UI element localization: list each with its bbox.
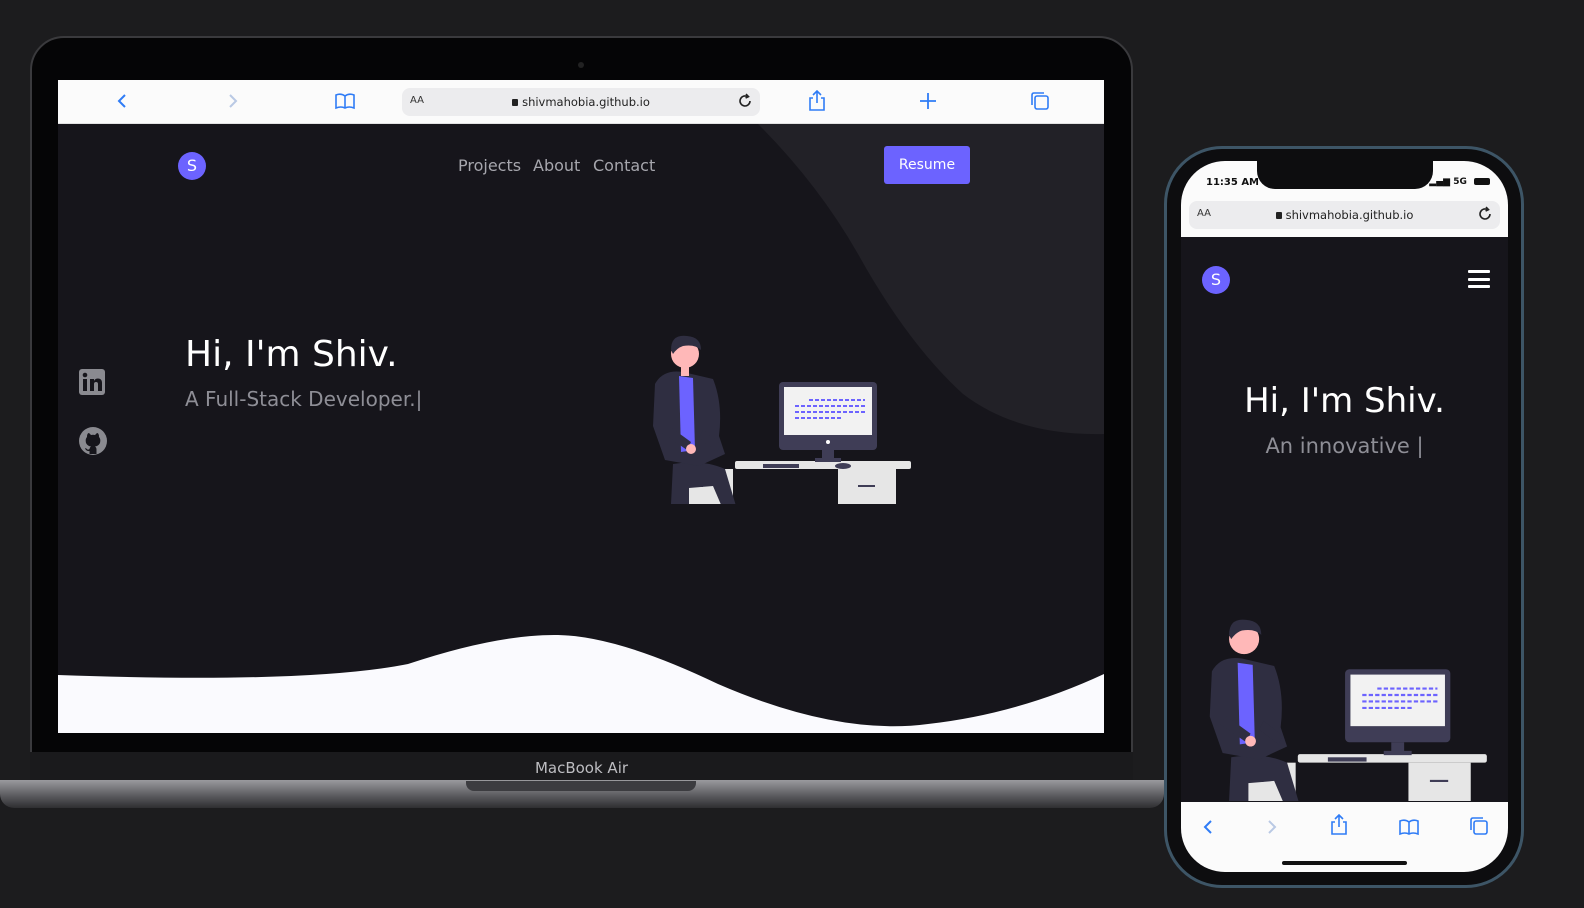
mobile-address-bar[interactable]: AA shivmahobia.github.io xyxy=(1189,201,1500,229)
address-bar[interactable]: AA shivmahobia.github.io xyxy=(402,88,760,116)
hero-title: Hi, I'm Shiv. xyxy=(185,334,398,375)
github-icon[interactable] xyxy=(78,426,107,455)
mobile-back-icon[interactable] xyxy=(1195,814,1221,840)
status-indicators: ▂▄▆ 5G xyxy=(1429,177,1490,187)
mobile-reload-icon[interactable] xyxy=(1476,205,1494,227)
lock-icon xyxy=(512,99,519,106)
mobile-hero-subtitle: An innovative | xyxy=(1265,434,1424,458)
status-time: 11:35 AM xyxy=(1206,177,1260,188)
phone-notch xyxy=(1257,161,1433,189)
linkedin-icon[interactable] xyxy=(78,368,106,396)
network-label: 5G xyxy=(1453,177,1467,187)
mobile-site-logo[interactable]: S xyxy=(1202,266,1230,294)
device-label: MacBook Air xyxy=(534,759,629,777)
site-logo[interactable]: S xyxy=(178,152,206,180)
nav-link-about[interactable]: About xyxy=(533,156,580,175)
home-indicator[interactable] xyxy=(1282,861,1407,865)
forward-icon[interactable] xyxy=(220,88,246,114)
url-label: shivmahobia.github.io xyxy=(522,95,650,109)
mobile-share-icon[interactable] xyxy=(1326,812,1352,838)
phone-top-bar: 11:35 AM ▂▄▆ 5G AA shivmahobia.github.io xyxy=(1181,161,1508,237)
mobile-url-label: shivmahobia.github.io xyxy=(1285,208,1414,222)
nav-link-contact[interactable]: Contact xyxy=(593,156,655,175)
url-text: shivmahobia.github.io xyxy=(402,95,760,109)
mobile-hero-title: Hi, I'm Shiv. xyxy=(1244,381,1445,421)
battery-icon xyxy=(1474,178,1490,185)
resume-button[interactable]: Resume xyxy=(884,146,970,184)
signal-icon: ▂▄▆ xyxy=(1429,177,1451,187)
laptop-screen: AA shivmahobia.github.io S Projects Abou… xyxy=(58,80,1104,733)
new-tab-icon[interactable] xyxy=(915,88,941,114)
background-shapes xyxy=(58,124,1104,733)
mobile-forward-icon[interactable] xyxy=(1259,814,1285,840)
mobile-developer-illustration xyxy=(1209,619,1487,801)
bookmarks-icon[interactable] xyxy=(332,88,358,114)
mobile-portfolio-site: S Hi, I'm Shiv. An innovative | xyxy=(1181,237,1508,802)
share-icon[interactable] xyxy=(804,88,830,114)
browser-toolbar: AA shivmahobia.github.io xyxy=(58,80,1104,124)
hero-subtitle: A Full-Stack Developer.| xyxy=(185,387,423,411)
tabs-icon[interactable] xyxy=(1027,88,1053,114)
mobile-tabs-icon[interactable] xyxy=(1466,813,1492,839)
mobile-lock-icon xyxy=(1275,212,1282,219)
portfolio-site: S Projects About Contact Resume Hi, I'm … xyxy=(58,124,1104,733)
menu-icon[interactable] xyxy=(1468,270,1490,288)
mobile-bookmarks-icon[interactable] xyxy=(1396,814,1422,840)
laptop-camera xyxy=(578,62,584,68)
developer-illustration xyxy=(653,335,911,504)
reload-icon[interactable] xyxy=(736,92,754,114)
laptop-hinge-notch xyxy=(466,781,696,791)
mobile-url-text: shivmahobia.github.io xyxy=(1189,208,1500,222)
back-icon[interactable] xyxy=(109,88,135,114)
phone-screen: 11:35 AM ▂▄▆ 5G AA shivmahobia.github.io… xyxy=(1181,161,1508,872)
nav-link-projects[interactable]: Projects xyxy=(458,156,521,175)
